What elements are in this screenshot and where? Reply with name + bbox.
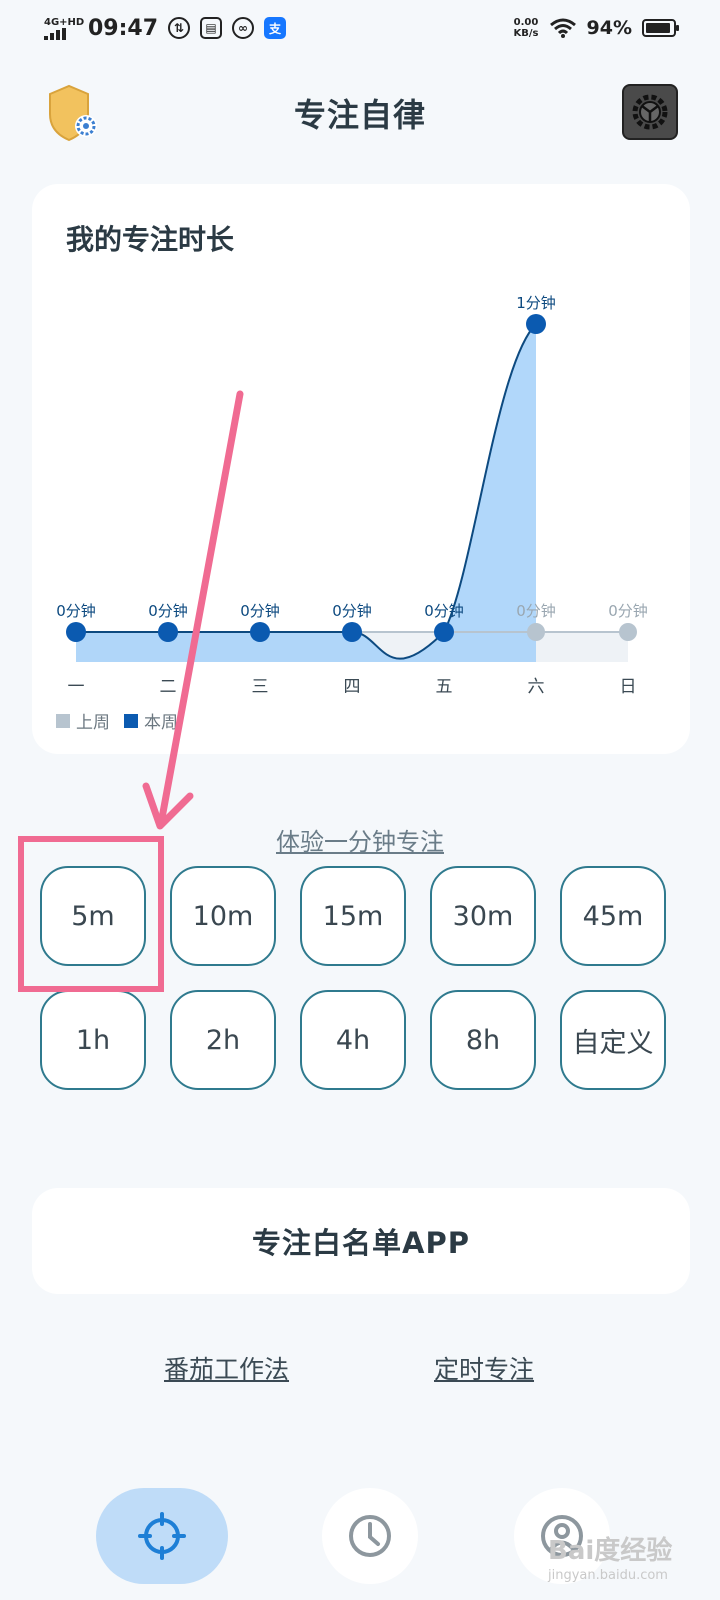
this-week-data-label: 0分钟 bbox=[56, 602, 96, 620]
annotation-highlight-box bbox=[18, 836, 164, 992]
legend-label: 上周 bbox=[76, 713, 110, 733]
timer-focus-link[interactable]: 定时专注 bbox=[434, 1350, 534, 1386]
this-week-point bbox=[250, 622, 270, 642]
legend-item-this-week: 本周 bbox=[124, 708, 178, 733]
duration-button-10m[interactable]: 10m bbox=[170, 866, 276, 966]
legend-item-last-week: 上周 bbox=[56, 708, 110, 733]
nav-focus[interactable] bbox=[96, 1488, 228, 1584]
this-week-data-label: 0分钟 bbox=[240, 602, 280, 620]
duration-button-2h[interactable]: 2h bbox=[170, 990, 276, 1090]
x-axis-tick-label: 日 bbox=[620, 677, 637, 697]
last-week-point bbox=[619, 623, 637, 641]
this-week-point bbox=[526, 314, 546, 334]
x-axis-tick-label: 一 bbox=[68, 677, 85, 697]
target-icon bbox=[138, 1512, 186, 1560]
this-week-point bbox=[66, 622, 86, 642]
duration-button-8h[interactable]: 8h bbox=[430, 990, 536, 1090]
this-week-data-label: 0分钟 bbox=[424, 602, 464, 620]
legend-swatch bbox=[56, 713, 70, 728]
pomodoro-link[interactable]: 番茄工作法 bbox=[164, 1350, 289, 1386]
legend-swatch bbox=[124, 713, 138, 728]
x-axis-tick-label: 四 bbox=[344, 677, 361, 697]
duration-button-1h[interactable]: 1h bbox=[40, 990, 146, 1090]
this-week-point bbox=[434, 622, 454, 642]
whitelist-app-button[interactable]: 专注白名单APP bbox=[32, 1188, 690, 1294]
x-axis-tick-label: 三 bbox=[252, 677, 269, 697]
last-week-data-label: 0分钟 bbox=[516, 602, 556, 620]
last-week-point bbox=[527, 623, 545, 641]
clock-icon bbox=[349, 1515, 391, 1557]
duration-button-15m[interactable]: 15m bbox=[300, 866, 406, 966]
x-axis-tick-label: 六 bbox=[528, 677, 545, 697]
x-axis-tick-label: 五 bbox=[436, 677, 453, 697]
last-week-data-label: 0分钟 bbox=[608, 602, 648, 620]
watermark-subtext: jingyan.baidu.com bbox=[548, 1568, 668, 1583]
duration-button-4h[interactable]: 4h bbox=[300, 990, 406, 1090]
this-week-data-label: 1分钟 bbox=[516, 294, 556, 312]
nav-history[interactable] bbox=[322, 1488, 418, 1584]
this-week-area bbox=[76, 324, 536, 662]
focus-duration-chart: 0分钟 0分钟 0分钟 0分钟 0分钟 1分钟 0分钟 0分钟一 二 三 四 五 六 日 bbox=[56, 294, 648, 697]
this-week-point bbox=[158, 622, 178, 642]
legend-label: 本周 bbox=[144, 713, 178, 733]
x-axis-tick-label: 二 bbox=[160, 677, 177, 697]
duration-button-custom[interactable]: 自定义 bbox=[560, 990, 666, 1090]
watermark-text: Bai度经验 bbox=[548, 1536, 673, 1566]
chart-legend: 上周 本周 bbox=[56, 708, 178, 733]
this-week-data-label: 0分钟 bbox=[148, 602, 188, 620]
this-week-data-label: 0分钟 bbox=[332, 602, 372, 620]
duration-button-45m[interactable]: 45m bbox=[560, 866, 666, 966]
this-week-point bbox=[342, 622, 362, 642]
duration-button-30m[interactable]: 30m bbox=[430, 866, 536, 966]
